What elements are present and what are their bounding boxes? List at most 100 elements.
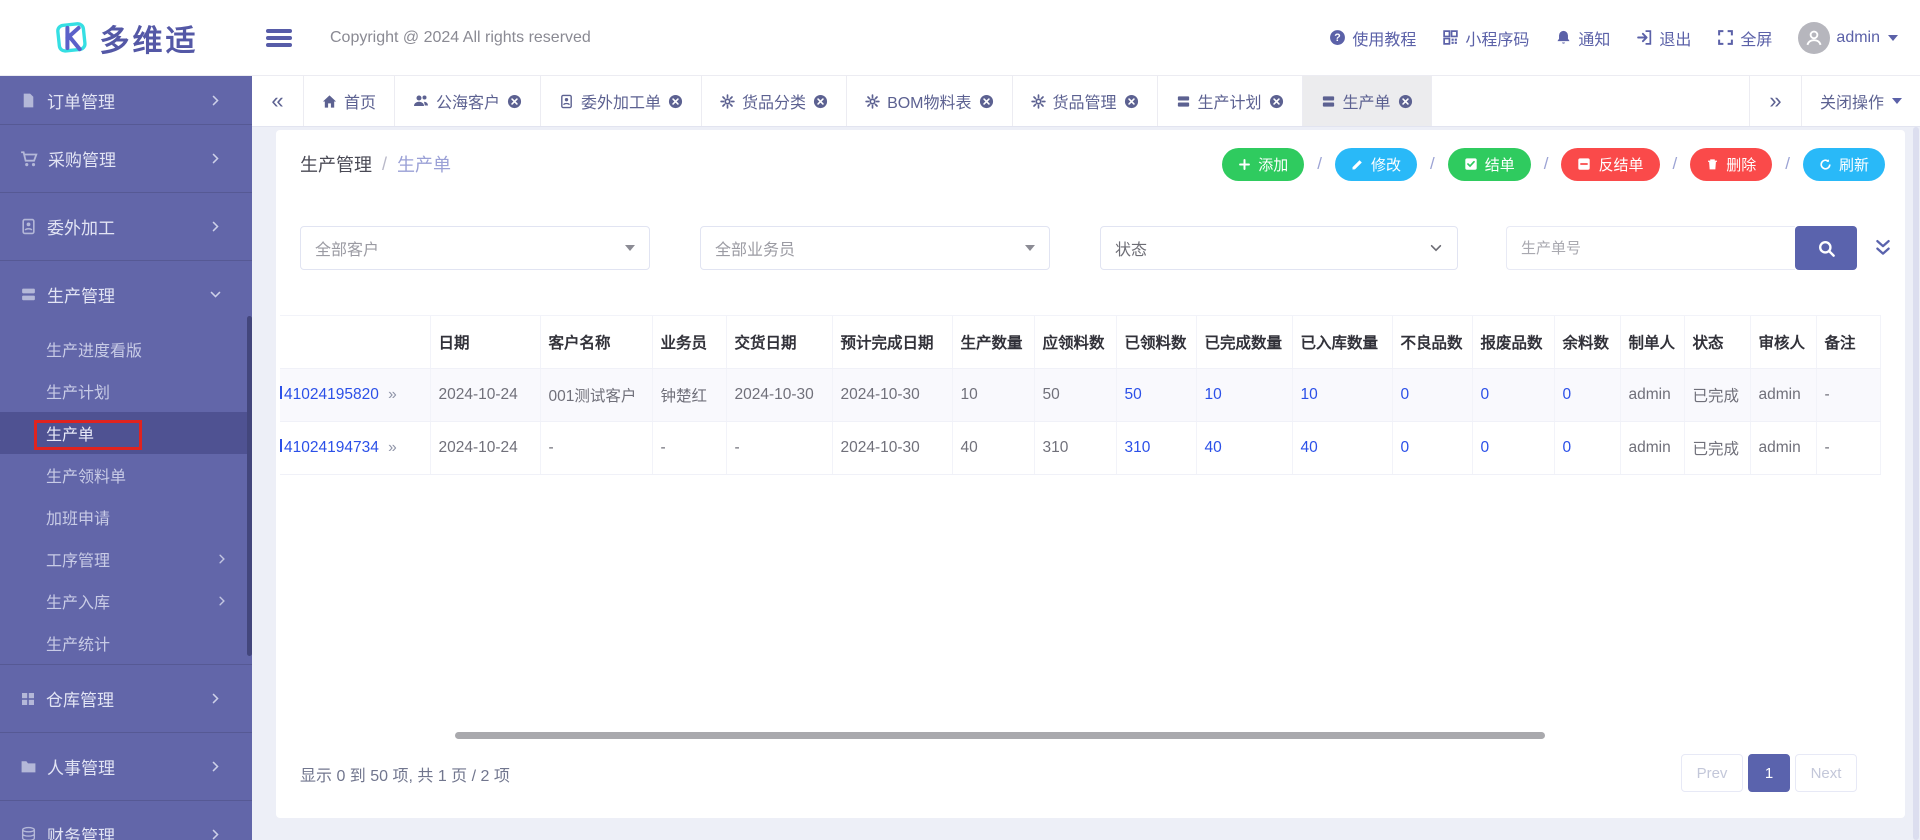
table-row[interactable]: 41024194734 » 2024-10-24 - - - 2024-10-3…	[280, 422, 1881, 475]
horizontal-scrollbar[interactable]	[455, 732, 1545, 739]
notifications-label: 通知	[1578, 26, 1610, 50]
vertical-scrollbar[interactable]	[1913, 127, 1919, 840]
refresh-icon	[1819, 158, 1832, 171]
tutorial-link[interactable]: 使用教程	[1329, 26, 1416, 50]
sidebar-item-finance-management[interactable]: 财务管理	[0, 800, 252, 840]
sidebar-item-hr-management[interactable]: 人事管理	[0, 732, 252, 800]
table-cell-link[interactable]: 40	[1196, 422, 1292, 475]
button-separator: /	[1544, 154, 1549, 174]
table-cell-link[interactable]: 40	[1292, 422, 1392, 475]
sidebar-item-outsourcing[interactable]: 委外加工	[0, 192, 252, 260]
column-header: 报废品数	[1472, 316, 1554, 369]
logout-link[interactable]: 退出	[1636, 26, 1691, 50]
close-operations-dropdown[interactable]: 关闭操作	[1801, 76, 1920, 126]
chevron-right-icon	[209, 94, 222, 107]
search-button[interactable]	[1795, 226, 1857, 270]
edit-button[interactable]: 修改	[1335, 148, 1417, 181]
table-cell: 钟楚红	[652, 369, 726, 422]
gear-icon	[865, 94, 880, 109]
logo-k-icon	[54, 19, 92, 57]
gear-icon	[1031, 94, 1046, 109]
next-page-button[interactable]: Next	[1795, 754, 1857, 792]
notifications-link[interactable]: 通知	[1555, 26, 1610, 50]
sidebar-item-process-management[interactable]: 工序管理	[0, 538, 252, 580]
order-no-link[interactable]: 41024195820	[280, 386, 379, 403]
chevron-right-icon	[209, 692, 222, 705]
sidebar-item-production-inbound[interactable]: 生产入库	[0, 580, 252, 622]
chevron-right-icon	[216, 553, 228, 565]
button-separator: /	[1430, 154, 1435, 174]
sidebar-item-overtime-request[interactable]: 加班申请	[0, 496, 252, 538]
sidebar: 订单管理 采购管理 委外加工 生产管理 生产进度看版 生产计划 生产单 生产领料…	[0, 76, 252, 840]
tab-production-plan[interactable]: 生产计划	[1158, 76, 1303, 126]
salesman-select[interactable]: 全部业务员	[700, 226, 1050, 270]
table-cell-link[interactable]: 0	[1472, 422, 1554, 475]
sidebar-item-warehouse-management[interactable]: 仓库管理	[0, 664, 252, 732]
table-cell-link[interactable]: 0	[1554, 369, 1620, 422]
table-cell-link[interactable]: 10	[1196, 369, 1292, 422]
user-menu[interactable]: admin	[1798, 22, 1898, 54]
filter-row: 全部客户 全部业务员 状态	[300, 226, 1893, 270]
status-select[interactable]: 状态	[1100, 226, 1458, 270]
order-no-input[interactable]	[1506, 226, 1795, 270]
search-input-group	[1506, 226, 1857, 270]
table-cell-link[interactable]: 0	[1554, 422, 1620, 475]
logo[interactable]: 多维适	[0, 0, 252, 76]
close-icon[interactable]	[1398, 94, 1413, 109]
delete-button[interactable]: 删除	[1690, 148, 1772, 181]
tab-goods-management[interactable]: 货品管理	[1013, 76, 1158, 126]
table-cell-link[interactable]: 310	[1116, 422, 1196, 475]
sidebar-item-production-progress-board[interactable]: 生产进度看版	[0, 328, 252, 370]
tab-production-order[interactable]: 生产单	[1303, 76, 1432, 126]
sidebar-item-production-picking-order[interactable]: 生产领料单	[0, 454, 252, 496]
sidebar-item-purchase-management[interactable]: 采购管理	[0, 124, 252, 192]
table-cell: admin	[1750, 369, 1816, 422]
prev-page-button[interactable]: Prev	[1681, 754, 1743, 792]
tab-home[interactable]: 首页	[304, 76, 395, 126]
more-filters-toggle[interactable]	[1873, 238, 1893, 258]
tab-outsource-order[interactable]: 委外加工单	[541, 76, 702, 126]
table-cell-link[interactable]: 0	[1472, 369, 1554, 422]
row-expand-icon[interactable]: »	[388, 386, 397, 403]
plus-icon	[1238, 158, 1251, 171]
tab-bom-materials[interactable]: BOM物料表	[847, 76, 1012, 126]
order-no-cell: 41024194734 »	[280, 422, 430, 475]
tab-public-customers[interactable]: 公海客户	[395, 76, 541, 126]
sidebar-item-production-plan[interactable]: 生产计划	[0, 370, 252, 412]
sidebar-item-label: 订单管理	[47, 88, 115, 113]
miniprogram-link[interactable]: 小程序码	[1442, 26, 1529, 50]
menu-toggle-icon[interactable]	[266, 29, 292, 47]
tabs-scroll-right-icon[interactable]	[1749, 76, 1801, 126]
refresh-button[interactable]: 刷新	[1803, 148, 1885, 181]
sidebar-scrollbar[interactable]	[247, 316, 252, 656]
sidebar-item-production-order[interactable]: 生产单	[0, 412, 252, 454]
order-no-link[interactable]: 41024194734	[280, 439, 379, 456]
settle-button[interactable]: 结单	[1448, 148, 1531, 181]
table-cell-link[interactable]: 0	[1392, 422, 1472, 475]
close-icon[interactable]	[1269, 94, 1284, 109]
table-row[interactable]: 41024195820 » 2024-10-24 001测试客户 钟楚红 202…	[280, 369, 1881, 422]
sidebar-item-order-management[interactable]: 订单管理	[0, 76, 252, 124]
customer-select[interactable]: 全部客户	[300, 226, 650, 270]
sidebar-item-production-statistics[interactable]: 生产统计	[0, 622, 252, 664]
page-1-button[interactable]: 1	[1748, 754, 1790, 792]
users-icon	[413, 93, 429, 109]
add-button[interactable]: 添加	[1222, 148, 1304, 181]
close-icon[interactable]	[979, 94, 994, 109]
close-icon[interactable]	[1124, 94, 1139, 109]
table-cell-link[interactable]: 10	[1292, 369, 1392, 422]
close-icon[interactable]	[813, 94, 828, 109]
chevron-down-icon	[209, 288, 222, 301]
tabs-scroll-left-icon[interactable]	[252, 76, 304, 126]
close-icon[interactable]	[507, 94, 522, 109]
close-icon[interactable]	[668, 94, 683, 109]
table-cell-link[interactable]: 0	[1392, 369, 1472, 422]
tab-goods-category[interactable]: 货品分类	[702, 76, 847, 126]
sidebar-item-production-management[interactable]: 生产管理	[0, 260, 252, 328]
breadcrumb-section[interactable]: 生产管理	[300, 151, 372, 177]
column-header: 生产数量	[952, 316, 1034, 369]
unsettle-button[interactable]: 反结单	[1561, 148, 1659, 181]
row-expand-icon[interactable]: »	[388, 439, 397, 456]
table-cell-link[interactable]: 50	[1116, 369, 1196, 422]
fullscreen-link[interactable]: 全屏	[1717, 26, 1772, 50]
